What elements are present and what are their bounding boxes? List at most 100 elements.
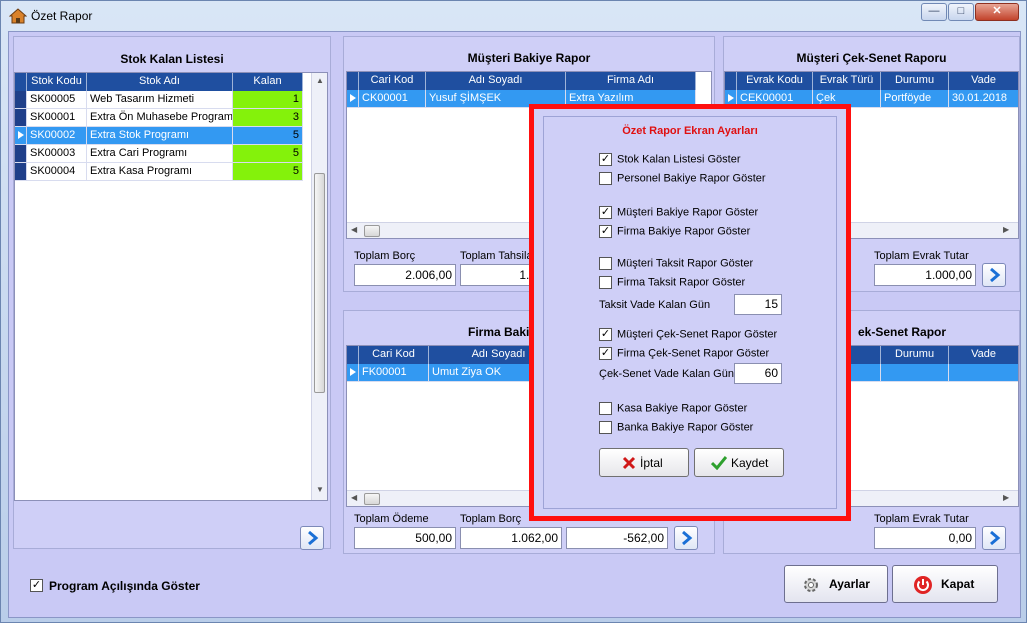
cell-cari-kod: FK00001 bbox=[359, 364, 429, 382]
maximize-button[interactable]: □ bbox=[948, 3, 974, 21]
header-adi-soyadi[interactable]: Adı Soyadı bbox=[426, 72, 566, 90]
taksit-vade-input[interactable]: 15 bbox=[734, 294, 782, 315]
cell-stok-adi: Extra Ön Muhasebe Programı bbox=[87, 109, 233, 127]
scroll-thumb[interactable] bbox=[314, 173, 325, 393]
row-indicator bbox=[15, 163, 27, 181]
cell-kalan: 5 bbox=[233, 163, 303, 181]
scroll-down-arrow-icon[interactable]: ▼ bbox=[316, 485, 324, 494]
toplam-evrak-tutar-field[interactable]: 1.000,00 bbox=[874, 264, 976, 286]
option-musteri-cek[interactable]: ✓ Müşteri Çek-Senet Rapor Göster bbox=[599, 328, 777, 341]
toplam-borc-label: Toplam Borç bbox=[460, 513, 522, 525]
client-area: Stok Kalan Listesi Stok Kodu Stok Adı Ka… bbox=[8, 31, 1021, 618]
toplam-borc-field[interactable]: 2.006,00 bbox=[354, 264, 456, 286]
table-row[interactable]: SK00001 Extra Ön Muhasebe Programı 3 bbox=[15, 109, 303, 127]
close-window-button[interactable]: ✕ bbox=[975, 3, 1019, 21]
header-evrak-turu[interactable]: Evrak Türü bbox=[813, 72, 881, 90]
checkbox[interactable] bbox=[599, 402, 612, 415]
cell-kalan: 1 bbox=[233, 91, 303, 109]
cek-vade-input[interactable]: 60 bbox=[734, 363, 782, 384]
option-label: Firma Taksit Rapor Göster bbox=[617, 276, 746, 289]
musteri-bakiye-title: Müşteri Bakiye Rapor bbox=[467, 51, 591, 65]
header-vade[interactable]: Vade bbox=[949, 346, 1018, 364]
cell-stok-adi: Extra Kasa Programı bbox=[87, 163, 233, 181]
table-row-selected[interactable]: SK00002 Extra Stok Programı 5 bbox=[15, 127, 303, 145]
cek-vade-label: Çek-Senet Vade Kalan Gün bbox=[599, 368, 734, 380]
firma-bakiye-detail-button[interactable] bbox=[674, 526, 698, 550]
option-musteri-taksit[interactable]: Müşteri Taksit Rapor Göster bbox=[599, 257, 753, 270]
header-cari-kod[interactable]: Cari Kod bbox=[359, 72, 426, 90]
cell-kalan: 3 bbox=[233, 109, 303, 127]
option-personel-bakiye[interactable]: Personel Bakiye Rapor Göster bbox=[599, 172, 766, 185]
checkbox[interactable] bbox=[599, 421, 612, 434]
arrow-right-icon bbox=[682, 530, 693, 546]
scroll-up-arrow-icon[interactable]: ▲ bbox=[316, 76, 324, 85]
minimize-button[interactable]: — bbox=[921, 3, 947, 21]
toplam-evrak-tutar-field[interactable]: 0,00 bbox=[874, 527, 976, 549]
arrow-right-icon bbox=[990, 267, 1001, 283]
scroll-thumb[interactable] bbox=[364, 225, 380, 237]
cell-vade: 30.01.2018 bbox=[949, 90, 1018, 108]
option-musteri-bakiye[interactable]: ✓ Müşteri Bakiye Rapor Göster bbox=[599, 206, 758, 219]
stok-detail-button[interactable] bbox=[300, 526, 324, 550]
header-stok-kodu[interactable]: Stok Kodu bbox=[27, 73, 87, 91]
option-label: Kasa Bakiye Rapor Göster bbox=[617, 402, 748, 415]
cell-kalan: 5 bbox=[233, 145, 303, 163]
bakiye-field[interactable]: -562,00 bbox=[566, 527, 668, 549]
scroll-thumb[interactable] bbox=[364, 493, 380, 505]
option-banka-bakiye[interactable]: Banka Bakiye Rapor Göster bbox=[599, 421, 753, 434]
checkbox[interactable]: ✓ bbox=[599, 328, 612, 341]
header-cari-kod[interactable]: Cari Kod bbox=[359, 346, 429, 364]
option-firma-cek[interactable]: ✓ Firma Çek-Senet Rapor Göster bbox=[599, 347, 769, 360]
iptal-button[interactable]: İptal bbox=[599, 448, 689, 477]
header-stok-adi[interactable]: Stok Adı bbox=[87, 73, 233, 91]
ayarlar-button[interactable]: Ayarlar bbox=[784, 565, 888, 603]
toplam-tahsilat-field[interactable]: 1.5 bbox=[460, 264, 540, 286]
stok-grid[interactable]: Stok Kodu Stok Adı Kalan SK00005 Web Tas… bbox=[14, 72, 328, 501]
cell-stok-adi: Web Tasarım Hizmeti bbox=[87, 91, 233, 109]
checkbox[interactable] bbox=[599, 276, 612, 289]
header-kalan[interactable]: Kalan bbox=[233, 73, 303, 91]
header-durumu[interactable]: Durumu bbox=[881, 346, 949, 364]
scroll-left-arrow-icon[interactable]: ◀ bbox=[351, 493, 357, 502]
option-kasa-bakiye[interactable]: Kasa Bakiye Rapor Göster bbox=[599, 402, 747, 415]
checkbox[interactable]: ✓ bbox=[599, 206, 612, 219]
checkbox[interactable]: ✓ bbox=[599, 153, 612, 166]
option-label: Stok Kalan Listesi Göster bbox=[617, 153, 741, 166]
kapat-button[interactable]: Kapat bbox=[892, 565, 998, 603]
toplam-odeme-field[interactable]: 500,00 bbox=[354, 527, 456, 549]
table-row[interactable]: SK00004 Extra Kasa Programı 5 bbox=[15, 163, 303, 181]
header-durumu[interactable]: Durumu bbox=[881, 72, 949, 90]
startup-label[interactable]: Program Açılışında Göster bbox=[49, 579, 200, 593]
option-firma-taksit[interactable]: Firma Taksit Rapor Göster bbox=[599, 276, 745, 289]
checkbox[interactable] bbox=[599, 172, 612, 185]
kaydet-button[interactable]: Kaydet bbox=[694, 448, 784, 477]
table-row[interactable]: SK00003 Extra Cari Programı 5 bbox=[15, 145, 303, 163]
current-row-indicator bbox=[347, 90, 359, 108]
stok-vertical-scrollbar[interactable]: ▲ ▼ bbox=[311, 73, 327, 500]
kaydet-label: Kaydet bbox=[731, 456, 769, 470]
header-firma-adi[interactable]: Firma Adı bbox=[566, 72, 696, 90]
scroll-left-arrow-icon[interactable]: ◀ bbox=[351, 225, 357, 234]
scroll-right-arrow-icon[interactable]: ▶ bbox=[1003, 225, 1009, 234]
checkbox[interactable]: ✓ bbox=[599, 225, 612, 238]
title-bar[interactable]: Özet Rapor — □ ✕ bbox=[1, 1, 1026, 31]
option-label: Firma Çek-Senet Rapor Göster bbox=[617, 347, 770, 360]
toplam-borc-field[interactable]: 1.062,00 bbox=[460, 527, 562, 549]
checkbox[interactable]: ✓ bbox=[599, 347, 612, 360]
ekran-ayarlari-panel: Özet Rapor Ekran Ayarları ✓ Stok Kalan Li… bbox=[543, 116, 837, 509]
table-row[interactable]: SK00005 Web Tasarım Hizmeti 1 bbox=[15, 91, 303, 109]
cell-cari-kod: CK00001 bbox=[359, 90, 426, 108]
firma-cek-detail-button[interactable] bbox=[982, 526, 1006, 550]
power-icon bbox=[914, 576, 932, 594]
musteri-cek-detail-button[interactable] bbox=[982, 263, 1006, 287]
checkbox[interactable] bbox=[599, 257, 612, 270]
header-vade[interactable]: Vade bbox=[949, 72, 1018, 90]
header-evrak-kodu[interactable]: Evrak Kodu bbox=[737, 72, 813, 90]
kapat-label: Kapat bbox=[941, 577, 975, 591]
option-label: Müşteri Taksit Rapor Göster bbox=[617, 257, 754, 270]
option-stok-kalan[interactable]: ✓ Stok Kalan Listesi Göster bbox=[599, 153, 741, 166]
startup-checkbox[interactable]: ✓ bbox=[30, 579, 43, 592]
option-label: Firma Bakiye Rapor Göster bbox=[617, 225, 751, 238]
option-firma-bakiye[interactable]: ✓ Firma Bakiye Rapor Göster bbox=[599, 225, 750, 238]
scroll-right-arrow-icon[interactable]: ▶ bbox=[1003, 493, 1009, 502]
